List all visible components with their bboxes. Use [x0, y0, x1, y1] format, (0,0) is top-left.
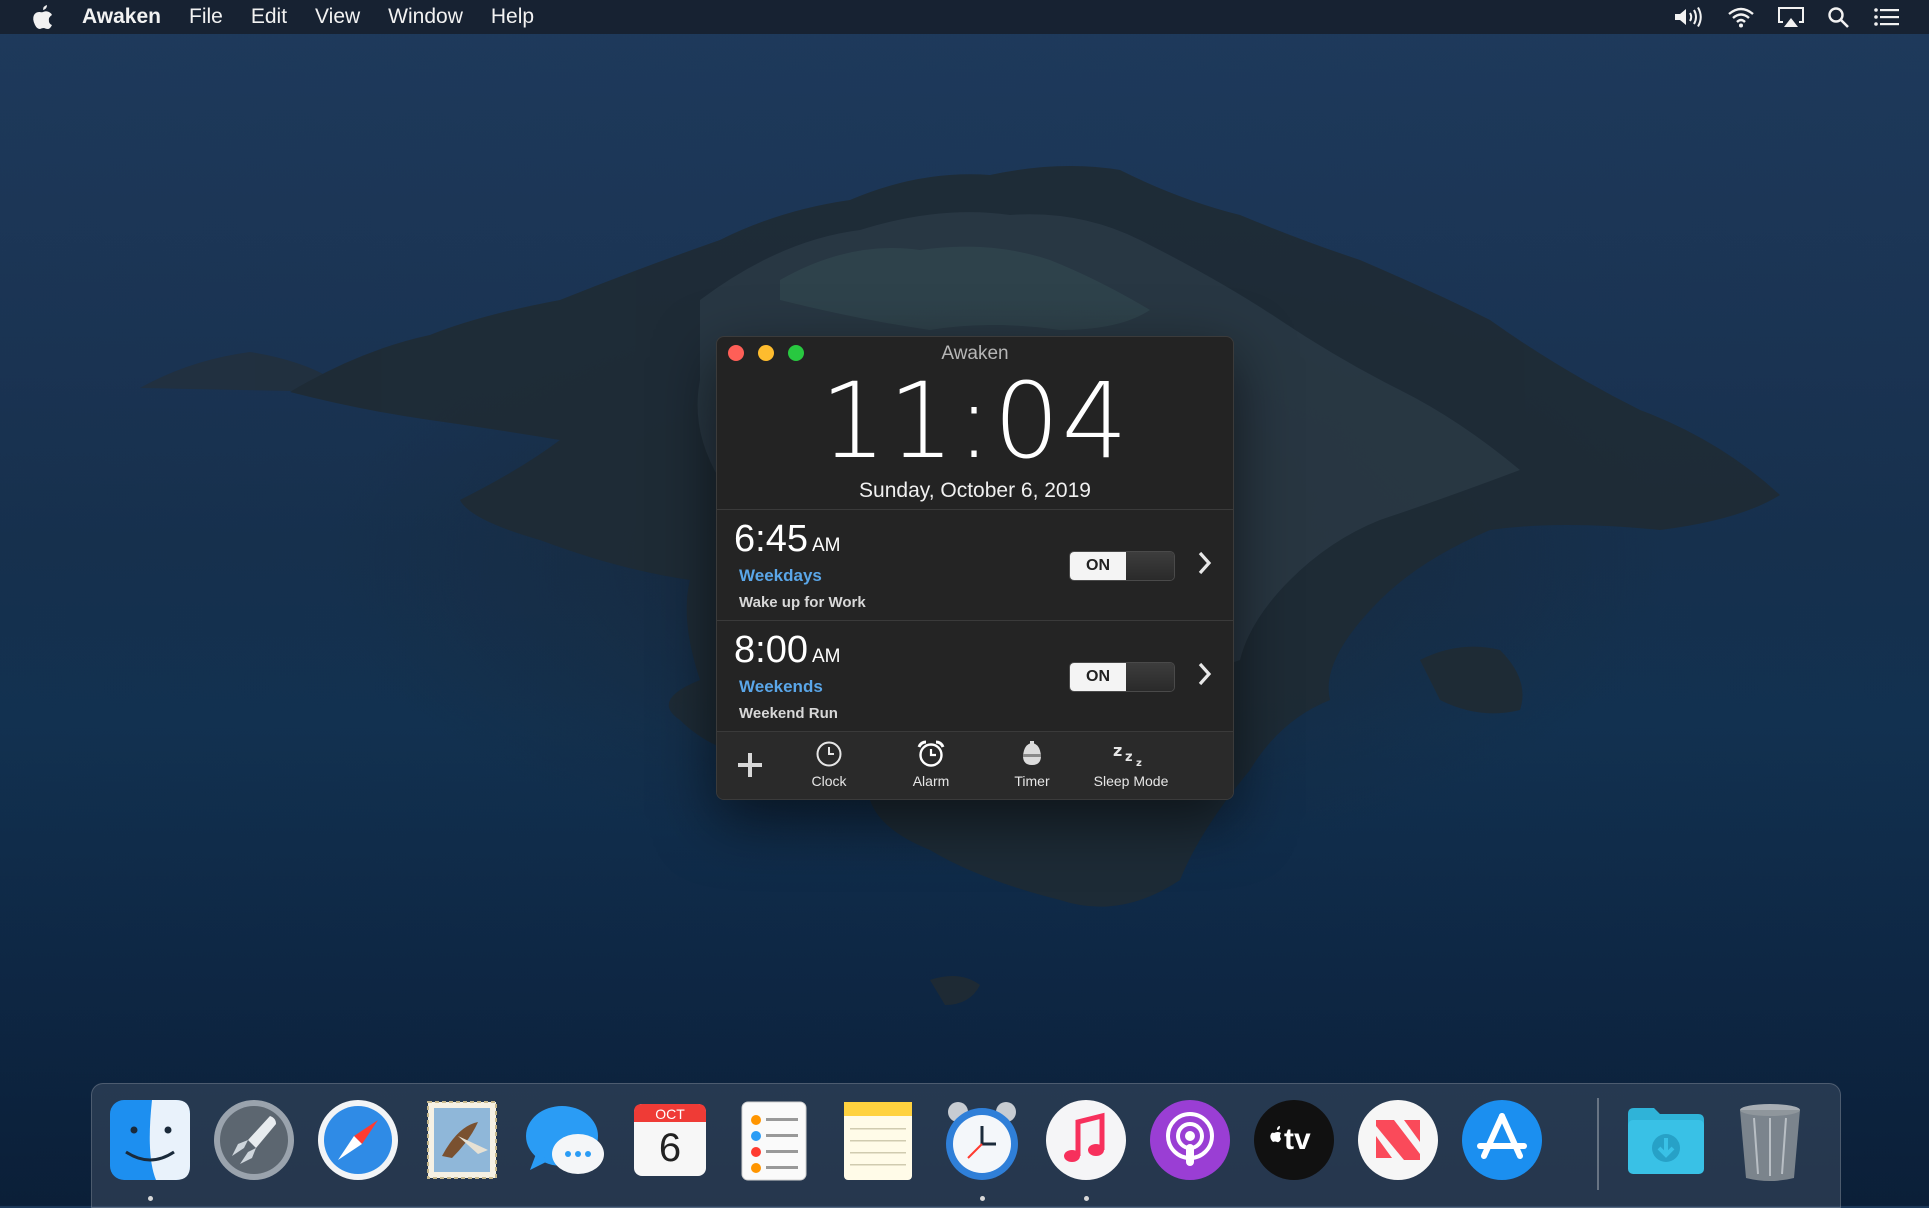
alarm-ampm: AM — [811, 646, 841, 667]
zzz-icon: z z z — [1113, 741, 1142, 769]
menu-edit[interactable]: Edit — [251, 5, 287, 29]
calendar-month: OCT — [655, 1106, 685, 1122]
toolbar-sleep-mode-button[interactable]: z z z Sleep Mode — [1085, 740, 1177, 789]
launchpad-rocket-icon[interactable] — [210, 1096, 298, 1184]
menu-window[interactable]: Window — [388, 5, 463, 29]
menu-help[interactable]: Help — [491, 5, 534, 29]
alarm-label: Wake up for Work — [739, 594, 866, 611]
menu-view[interactable]: View — [315, 5, 360, 29]
apple-logo-icon[interactable] — [32, 4, 54, 30]
alarm-time-value: 6:45 — [734, 518, 808, 560]
notes-icon[interactable] — [834, 1096, 922, 1184]
current-date: Sunday, October 6, 2019 — [859, 479, 1091, 502]
menu-app-name[interactable]: Awaken — [82, 5, 161, 29]
app-store-icon[interactable] — [1458, 1096, 1546, 1184]
toolbar-clock-button[interactable]: Clock — [793, 740, 865, 789]
window-titlebar[interactable]: Awaken — [717, 337, 1233, 369]
toolbar-alarm-button[interactable]: Alarm — [895, 740, 967, 789]
music-note-icon[interactable] — [1042, 1096, 1130, 1184]
awaken-window: Awaken 11:04 Sunday, October 6, 2019 6:4… — [716, 336, 1234, 800]
alarm-toggle[interactable]: ON — [1069, 551, 1175, 581]
alarm-clock-icon — [917, 740, 945, 767]
toolbar-label: Timer — [1014, 773, 1050, 789]
notification-center-icon[interactable] — [1873, 6, 1901, 28]
safari-compass-icon[interactable] — [314, 1096, 402, 1184]
alarm-ampm: AM — [811, 535, 841, 556]
running-indicator — [1084, 1196, 1089, 1201]
reminders-icon[interactable] — [730, 1096, 818, 1184]
alarm-time-value: 8:00 — [734, 629, 808, 671]
alarm-clock-app-icon[interactable] — [938, 1096, 1026, 1184]
running-indicator — [980, 1196, 985, 1201]
messages-bubble-icon[interactable] — [522, 1096, 610, 1184]
alarm-time: 6:45 AM — [734, 518, 840, 561]
running-indicator — [148, 1196, 153, 1201]
chevron-right-icon[interactable] — [1197, 550, 1213, 576]
window-title: Awaken — [941, 343, 1009, 364]
svg-text:z: z — [1125, 750, 1133, 765]
podcasts-icon[interactable] — [1146, 1096, 1234, 1184]
alarm-time: 8:00 AM — [734, 629, 840, 672]
finder-icon[interactable] — [106, 1096, 194, 1184]
calendar-icon[interactable]: OCT 6 — [626, 1096, 714, 1184]
alarm-row[interactable]: 6:45 AM Weekdays Wake up for Work ON — [717, 510, 1233, 621]
toolbar-label: Alarm — [912, 773, 950, 789]
alarm-label: Weekend Run — [739, 705, 838, 722]
volume-icon[interactable] — [1673, 6, 1705, 28]
alarm-row[interactable]: 8:00 AM Weekends Weekend Run ON — [717, 621, 1233, 732]
toggle-state-label: ON — [1070, 552, 1126, 580]
tv-label: tv — [1284, 1123, 1311, 1156]
news-icon[interactable] — [1354, 1096, 1442, 1184]
toggle-knob — [1126, 552, 1174, 580]
menu-file[interactable]: File — [189, 5, 223, 29]
calendar-day: 6 — [658, 1126, 682, 1170]
window-toolbar: Clock Alarm Timer z z z Sleep Mode — [717, 732, 1233, 799]
toggle-knob — [1126, 663, 1174, 691]
svg-text:z: z — [1136, 758, 1142, 768]
clock-icon — [816, 741, 842, 767]
chevron-right-icon[interactable] — [1197, 661, 1213, 687]
menu-bar-status-area — [1673, 0, 1901, 34]
mail-stamp-icon[interactable] — [418, 1096, 506, 1184]
trash-icon[interactable] — [1726, 1096, 1814, 1184]
toggle-state-label: ON — [1070, 663, 1126, 691]
wifi-icon[interactable] — [1727, 6, 1755, 28]
clock-display: 11:04 Sunday, October 6, 2019 — [717, 369, 1233, 510]
egg-timer-icon — [1023, 741, 1041, 765]
toolbar-timer-button[interactable]: Timer — [996, 740, 1068, 789]
svg-text:z: z — [1113, 741, 1122, 760]
menu-bar: Awaken File Edit View Window Help — [0, 0, 1929, 34]
current-time: 11:04 — [820, 360, 1130, 482]
alarm-days: Weekdays — [739, 566, 822, 585]
plus-icon[interactable] — [737, 752, 763, 778]
spotlight-search-icon[interactable] — [1827, 6, 1851, 28]
dock-separator — [1597, 1098, 1599, 1190]
dock: OCT 6 tv — [91, 1083, 1841, 1208]
toolbar-label: Sleep Mode — [1093, 773, 1169, 789]
airplay-icon[interactable] — [1777, 6, 1805, 28]
alarm-days: Weekends — [739, 677, 823, 696]
downloads-folder-icon[interactable] — [1622, 1096, 1710, 1184]
toolbar-label: Clock — [811, 773, 847, 789]
alarm-toggle[interactable]: ON — [1069, 662, 1175, 692]
apple-tv-icon[interactable]: tv — [1250, 1096, 1338, 1184]
